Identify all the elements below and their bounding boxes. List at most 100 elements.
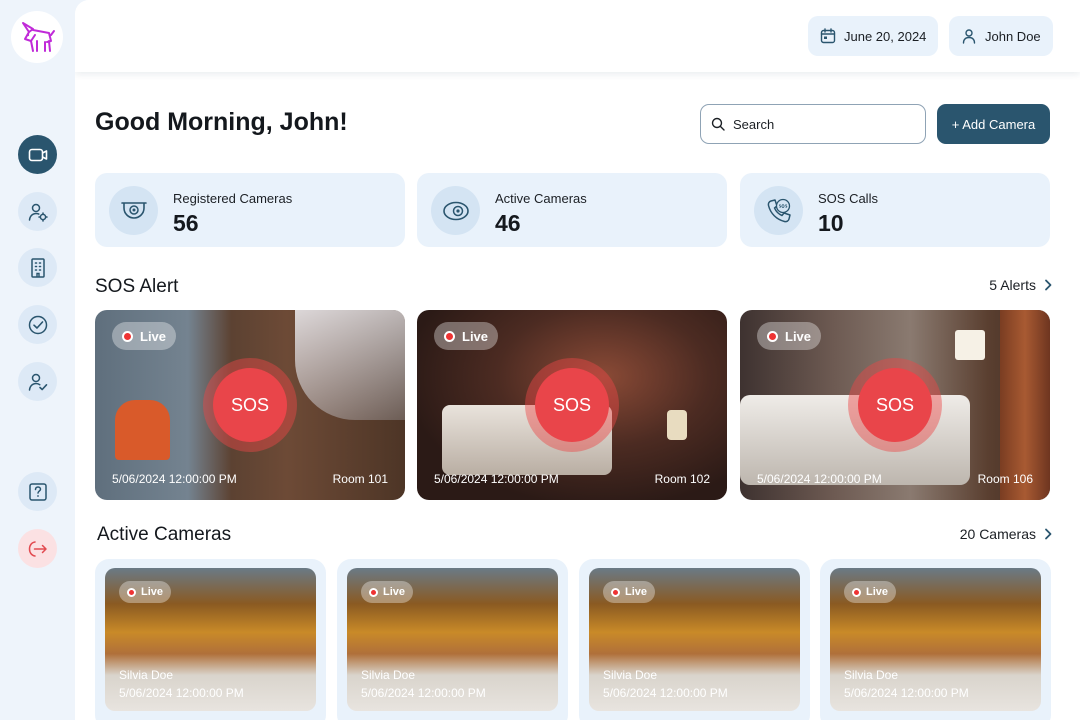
sos-button[interactable]: SOS — [848, 358, 942, 452]
active-cameras-link[interactable]: 20 Cameras — [960, 526, 1052, 542]
live-label: Live — [383, 586, 406, 598]
live-badge: Live — [844, 581, 897, 603]
sidebar-item-tasks[interactable] — [18, 305, 57, 344]
chair-shape — [115, 400, 170, 460]
sidebar-item-user-check[interactable] — [18, 362, 57, 401]
live-dot-icon — [611, 587, 620, 597]
active-cameras-title: Active Cameras — [97, 524, 232, 545]
lamp-shape — [955, 330, 985, 360]
search-input[interactable]: Search — [700, 104, 926, 144]
camera-card[interactable]: Live Silvia Doe 5/06/2024 12:00:00 PM — [820, 559, 1051, 720]
live-badge: Live — [603, 581, 656, 603]
stat-icon-wrap — [754, 186, 803, 235]
calendar-icon — [820, 28, 836, 44]
live-label: Live — [785, 328, 812, 344]
camera-user: Silvia Doe — [119, 668, 174, 682]
app-logo[interactable] — [11, 11, 63, 63]
alert-room: Room 102 — [654, 472, 710, 486]
live-dot-icon — [767, 330, 778, 342]
sos-button[interactable]: SOS — [525, 358, 619, 452]
camera-timestamp: 5/06/2024 12:00:00 PM — [603, 686, 728, 700]
sidebar — [0, 0, 75, 720]
lamp-shape — [667, 410, 687, 440]
chevron-right-icon — [1045, 279, 1052, 291]
help-icon — [28, 482, 47, 501]
alert-timestamp: 5/06/2024 12:00:00 PM — [112, 472, 237, 486]
camera-card[interactable]: Live Silvia Doe 5/06/2024 12:00:00 PM — [95, 559, 326, 720]
chevron-right-icon — [1045, 528, 1052, 540]
sidebar-item-buildings[interactable] — [18, 248, 57, 287]
alert-room: Room 106 — [977, 472, 1033, 486]
search-placeholder: Search — [733, 116, 775, 132]
sos-label: SOS — [858, 368, 932, 442]
live-label: Live — [866, 586, 889, 598]
live-badge: Live — [757, 322, 822, 350]
camera-timestamp: 5/06/2024 12:00:00 PM — [361, 686, 486, 700]
sidebar-item-user-settings[interactable] — [18, 192, 57, 231]
live-badge: Live — [112, 322, 177, 350]
video-camera-icon — [28, 148, 47, 161]
camera-card[interactable]: Live Silvia Doe 5/06/2024 12:00:00 PM — [337, 559, 568, 720]
camera-timestamp: 5/06/2024 12:00:00 PM — [844, 686, 969, 700]
live-dot-icon — [852, 587, 861, 597]
stat-icon-wrap — [431, 186, 480, 235]
user-settings-icon — [28, 203, 48, 222]
sos-alert-card[interactable]: Live SOS 5/06/2024 12:00:00 PM Room 101 — [95, 310, 405, 500]
stat-value: 56 — [173, 210, 199, 236]
user-profile-button[interactable]: John Doe — [949, 16, 1053, 56]
sos-alert-card[interactable]: Live SOS 5/06/2024 12:00:00 PM Room 106 — [740, 310, 1050, 500]
camera-user: Silvia Doe — [844, 668, 899, 682]
camera-card[interactable]: Live Silvia Doe 5/06/2024 12:00:00 PM — [579, 559, 810, 720]
live-label: Live — [140, 328, 167, 344]
live-badge: Live — [434, 322, 499, 350]
stat-registered-cameras: Registered Cameras 56 — [95, 173, 405, 247]
stat-icon-wrap — [109, 186, 158, 235]
sidebar-item-cameras[interactable] — [18, 135, 57, 174]
live-badge: Live — [361, 581, 414, 603]
glove-shape — [295, 310, 405, 420]
alert-timestamp: 5/06/2024 12:00:00 PM — [757, 472, 882, 486]
live-label: Live — [462, 328, 489, 344]
stat-label: Registered Cameras — [173, 191, 293, 206]
sidebar-item-help[interactable] — [18, 472, 57, 511]
current-date: June 20, 2024 — [844, 28, 927, 44]
alert-timestamp: 5/06/2024 12:00:00 PM — [434, 472, 559, 486]
live-dot-icon — [444, 330, 455, 342]
main-content: June 20, 2024 John Doe Good Morning, Joh… — [75, 0, 1080, 720]
camera-feed[interactable]: Live Silvia Doe 5/06/2024 12:00:00 PM — [347, 568, 558, 711]
sos-button[interactable]: SOS — [203, 358, 297, 452]
camera-feed[interactable]: Live Silvia Doe 5/06/2024 12:00:00 PM — [589, 568, 800, 711]
user-check-icon — [28, 373, 47, 391]
live-label: Live — [141, 586, 164, 598]
sos-alerts-count: 5 Alerts — [989, 277, 1036, 293]
user-icon — [962, 29, 976, 44]
stat-value: 10 — [818, 210, 844, 236]
live-dot-icon — [369, 587, 378, 597]
stat-value: 46 — [495, 210, 521, 236]
date-picker[interactable]: June 20, 2024 — [808, 16, 939, 56]
camera-feed[interactable]: Live Silvia Doe 5/06/2024 12:00:00 PM — [830, 568, 1041, 711]
check-circle-icon — [28, 315, 47, 334]
stat-active-cameras: Active Cameras 46 — [417, 173, 727, 247]
sos-label: SOS — [213, 368, 287, 442]
live-badge: Live — [119, 581, 172, 603]
camera-user: Silvia Doe — [603, 668, 658, 682]
live-dot-icon — [127, 587, 136, 597]
logout-icon — [28, 540, 47, 557]
sos-section-title: SOS Alert — [95, 276, 179, 297]
top-bar: June 20, 2024 John Doe — [75, 0, 1080, 72]
sos-alert-card[interactable]: Live SOS 5/06/2024 12:00:00 PM Room 102 — [417, 310, 727, 500]
stat-label: SOS Calls — [818, 191, 878, 206]
stat-label: Active Cameras — [495, 191, 587, 206]
add-camera-button[interactable]: + Add Camera — [937, 104, 1050, 144]
webcam-icon — [442, 201, 469, 220]
dog-logo-icon — [22, 22, 55, 52]
camera-feed[interactable]: Live Silvia Doe 5/06/2024 12:00:00 PM — [105, 568, 316, 711]
sidebar-item-logout[interactable] — [18, 529, 57, 568]
alert-room: Room 101 — [332, 472, 388, 486]
sos-alerts-link[interactable]: 5 Alerts — [989, 277, 1052, 293]
live-dot-icon — [122, 330, 133, 342]
building-icon — [30, 257, 45, 278]
camera-timestamp: 5/06/2024 12:00:00 PM — [119, 686, 244, 700]
cctv-icon — [120, 201, 147, 219]
